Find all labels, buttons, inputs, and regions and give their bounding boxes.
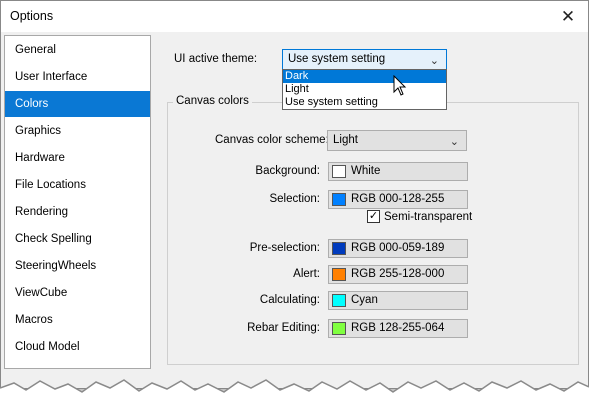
torn-edge (0, 379, 589, 417)
close-icon[interactable]: ✕ (548, 1, 588, 32)
theme-option-light[interactable]: Light (283, 83, 446, 96)
calculating-color-button[interactable]: Cyan (328, 291, 468, 310)
ui-theme-label: UI active theme: (174, 53, 258, 65)
window-title: Options (10, 9, 54, 23)
background-value: White (351, 165, 381, 177)
calculating-value: Cyan (351, 294, 378, 306)
selection-color-button[interactable]: RGB 000-128-255 (328, 190, 468, 209)
nav-item-user-interface[interactable]: User Interface (5, 64, 150, 90)
nav-item-general[interactable]: General (5, 37, 150, 63)
nav-item-rendering[interactable]: Rendering (5, 199, 150, 225)
preselection-color-button[interactable]: RGB 000-059-189 (328, 239, 468, 258)
alert-swatch (332, 268, 346, 281)
canvas-scheme-value: Light (333, 134, 358, 146)
theme-option-dark[interactable]: Dark (283, 70, 446, 83)
category-list: General User Interface Colors Graphics H… (4, 35, 151, 369)
nav-item-viewcube[interactable]: ViewCube (5, 280, 150, 306)
ui-theme-dropdown-list: Dark Light Use system setting (282, 69, 447, 110)
preselection-swatch (332, 242, 346, 255)
alert-color-button[interactable]: RGB 255-128-000 (328, 265, 468, 284)
theme-option-system[interactable]: Use system setting (283, 96, 446, 109)
options-dialog: Options ✕ General User Interface Colors … (0, 0, 589, 389)
rebar-editing-swatch (332, 322, 346, 335)
calculating-label: Calculating: (259, 294, 320, 306)
chevron-down-icon: ⌄ (449, 136, 459, 148)
nav-item-file-locations[interactable]: File Locations (5, 172, 150, 198)
ui-theme-value: Use system setting (288, 53, 386, 65)
selection-swatch (332, 193, 346, 206)
alert-value: RGB 255-128-000 (351, 268, 445, 280)
mouse-pointer-icon (393, 75, 407, 96)
selection-label: Selection: (269, 193, 320, 205)
rebar-editing-color-button[interactable]: RGB 128-255-064 (328, 319, 468, 338)
canvas-colors-title: Canvas colors (173, 95, 252, 107)
nav-item-steeringwheels[interactable]: SteeringWheels (5, 253, 150, 279)
nav-item-graphics[interactable]: Graphics (5, 118, 150, 144)
nav-item-check-spelling[interactable]: Check Spelling (5, 226, 150, 252)
preselection-label: Pre-selection: (249, 242, 320, 254)
canvas-scheme-select[interactable]: Light ⌄ (327, 130, 467, 151)
background-swatch (332, 165, 346, 178)
nav-item-colors[interactable]: Colors (5, 91, 150, 117)
nav-item-macros[interactable]: Macros (5, 307, 150, 333)
semi-transparent-label: Semi-transparent (384, 211, 473, 223)
rebar-editing-value: RGB 128-255-064 (351, 322, 445, 334)
background-label: Background: (255, 165, 320, 177)
canvas-scheme-label: Canvas color scheme: (215, 134, 329, 146)
semi-transparent-checkbox[interactable]: ✓ (367, 210, 380, 223)
nav-item-hardware[interactable]: Hardware (5, 145, 150, 171)
alert-label: Alert: (293, 268, 320, 280)
ui-theme-select[interactable]: Use system setting ⌄ (282, 49, 447, 70)
preselection-value: RGB 000-059-189 (351, 242, 445, 254)
calculating-swatch (332, 294, 346, 307)
selection-value: RGB 000-128-255 (351, 193, 445, 205)
background-color-button[interactable]: White (328, 162, 468, 181)
nav-item-cloud-model[interactable]: Cloud Model (5, 334, 150, 360)
title-bar: Options ✕ (1, 1, 588, 32)
rebar-editing-label: Rebar Editing: (247, 322, 320, 334)
